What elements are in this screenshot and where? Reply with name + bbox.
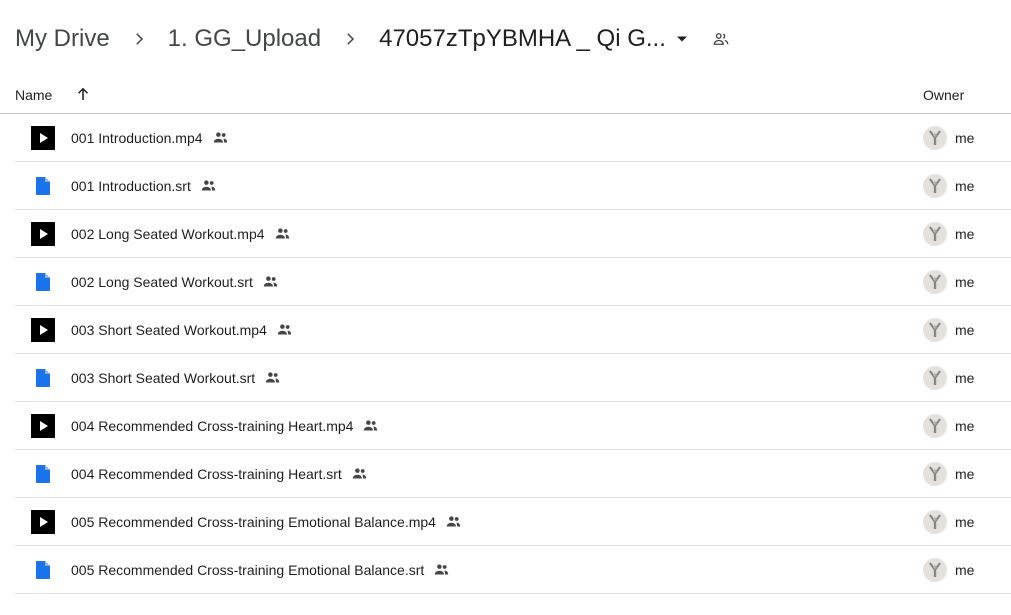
- file-list: 001 Introduction.mp4 me 001 Introduction…: [0, 114, 1011, 594]
- video-file-icon: [31, 414, 55, 438]
- file-name: 005 Recommended Cross-training Emotional…: [71, 513, 462, 530]
- file-name-label: 002 Long Seated Workout.mp4: [71, 225, 265, 242]
- video-file-icon: [31, 510, 55, 534]
- people-icon: [265, 372, 280, 383]
- avatar[interactable]: [923, 174, 947, 198]
- shared-folder-icon[interactable]: [712, 30, 730, 48]
- video-file-icon: [31, 222, 55, 246]
- people-icon: [201, 180, 216, 191]
- list-header: Name Owner: [0, 78, 1011, 114]
- owner-label: me: [955, 178, 975, 194]
- avatar[interactable]: [923, 510, 947, 534]
- file-name: 001 Introduction.mp4: [71, 129, 229, 146]
- avatar[interactable]: [923, 318, 947, 342]
- document-file-icon: [31, 558, 55, 582]
- avatar[interactable]: [923, 558, 947, 582]
- file-name-label: 002 Long Seated Workout.srt: [71, 273, 253, 290]
- avatar[interactable]: [923, 414, 947, 438]
- list-item[interactable]: 005 Recommended Cross-training Emotional…: [15, 546, 1011, 594]
- owner-label: me: [955, 274, 975, 290]
- column-header-owner[interactable]: Owner: [923, 87, 964, 103]
- document-file-icon: [31, 366, 55, 390]
- people-icon: [446, 516, 461, 527]
- column-header-name[interactable]: Name: [15, 87, 52, 103]
- video-file-icon: [31, 126, 55, 150]
- avatar[interactable]: [923, 222, 947, 246]
- avatar[interactable]: [923, 270, 947, 294]
- file-name: 004 Recommended Cross-training Heart.srt: [71, 465, 368, 482]
- avatar[interactable]: [923, 462, 947, 486]
- caret-down-icon[interactable]: [676, 35, 688, 43]
- owner-label: me: [955, 130, 975, 146]
- file-name: 001 Introduction.srt: [71, 177, 217, 194]
- file-name: 002 Long Seated Workout.srt: [71, 273, 279, 290]
- list-item[interactable]: 005 Recommended Cross-training Emotional…: [15, 498, 1011, 546]
- file-name-label: 001 Introduction.mp4: [71, 129, 203, 146]
- avatar[interactable]: [923, 126, 947, 150]
- people-icon: [364, 420, 378, 431]
- people-icon: [277, 324, 292, 335]
- file-name: 005 Recommended Cross-training Emotional…: [71, 561, 450, 578]
- list-item[interactable]: 004 Recommended Cross-training Heart.mp4…: [15, 402, 1011, 450]
- file-name-label: 003 Short Seated Workout.srt: [71, 369, 256, 386]
- people-icon: [213, 132, 227, 143]
- owner-label: me: [955, 466, 975, 482]
- file-name-label: 004 Recommended Cross-training Heart.mp4: [71, 417, 354, 434]
- list-item[interactable]: 002 Long Seated Workout.srt me: [15, 258, 1011, 306]
- file-name: 004 Recommended Cross-training Heart.mp4: [71, 417, 379, 434]
- owner-label: me: [955, 562, 975, 578]
- video-file-icon: [31, 318, 55, 342]
- people-icon: [435, 564, 449, 575]
- document-file-icon: [31, 270, 55, 294]
- file-name-label: 001 Introduction.srt: [71, 177, 191, 194]
- owner-label: me: [955, 514, 975, 530]
- chevron-right-icon: [110, 30, 168, 48]
- owner-label: me: [955, 418, 975, 434]
- file-name-label: 005 Recommended Cross-training Emotional…: [71, 513, 436, 530]
- owner-label: me: [955, 370, 975, 386]
- file-name: 002 Long Seated Workout.mp4: [71, 225, 291, 242]
- list-item[interactable]: 003 Short Seated Workout.srt me: [15, 354, 1011, 402]
- owner-label: me: [955, 226, 975, 242]
- document-file-icon: [31, 174, 55, 198]
- file-name-label: 003 Short Seated Workout.mp4: [71, 321, 267, 338]
- file-name-label: 004 Recommended Cross-training Heart.srt: [71, 465, 342, 482]
- list-item[interactable]: 002 Long Seated Workout.mp4 me: [15, 210, 1011, 258]
- people-icon: [275, 228, 289, 239]
- owner-label: me: [955, 322, 975, 338]
- arrow-up-icon[interactable]: [74, 85, 92, 103]
- file-name: 003 Short Seated Workout.srt: [71, 369, 281, 386]
- list-item[interactable]: 001 Introduction.srt me: [15, 162, 1011, 210]
- document-file-icon: [31, 462, 55, 486]
- file-name-label: 005 Recommended Cross-training Emotional…: [71, 561, 425, 578]
- breadcrumb-current-folder[interactable]: 47057zTpYBMHA _ Qi G...: [379, 25, 666, 53]
- people-icon: [352, 468, 367, 479]
- breadcrumb-parent-folder[interactable]: 1. GG_Upload: [168, 25, 321, 53]
- list-item[interactable]: 001 Introduction.mp4 me: [15, 114, 1011, 162]
- chevron-right-icon: [321, 30, 379, 48]
- list-item[interactable]: 004 Recommended Cross-training Heart.srt…: [15, 450, 1011, 498]
- avatar[interactable]: [923, 366, 947, 390]
- breadcrumb: My Drive 1. GG_Upload 47057zTpYBMHA _ Qi…: [15, 20, 730, 58]
- list-item[interactable]: 003 Short Seated Workout.mp4 me: [15, 306, 1011, 354]
- breadcrumb-my-drive[interactable]: My Drive: [15, 25, 110, 53]
- file-name: 003 Short Seated Workout.mp4: [71, 321, 293, 338]
- people-icon: [263, 276, 278, 287]
